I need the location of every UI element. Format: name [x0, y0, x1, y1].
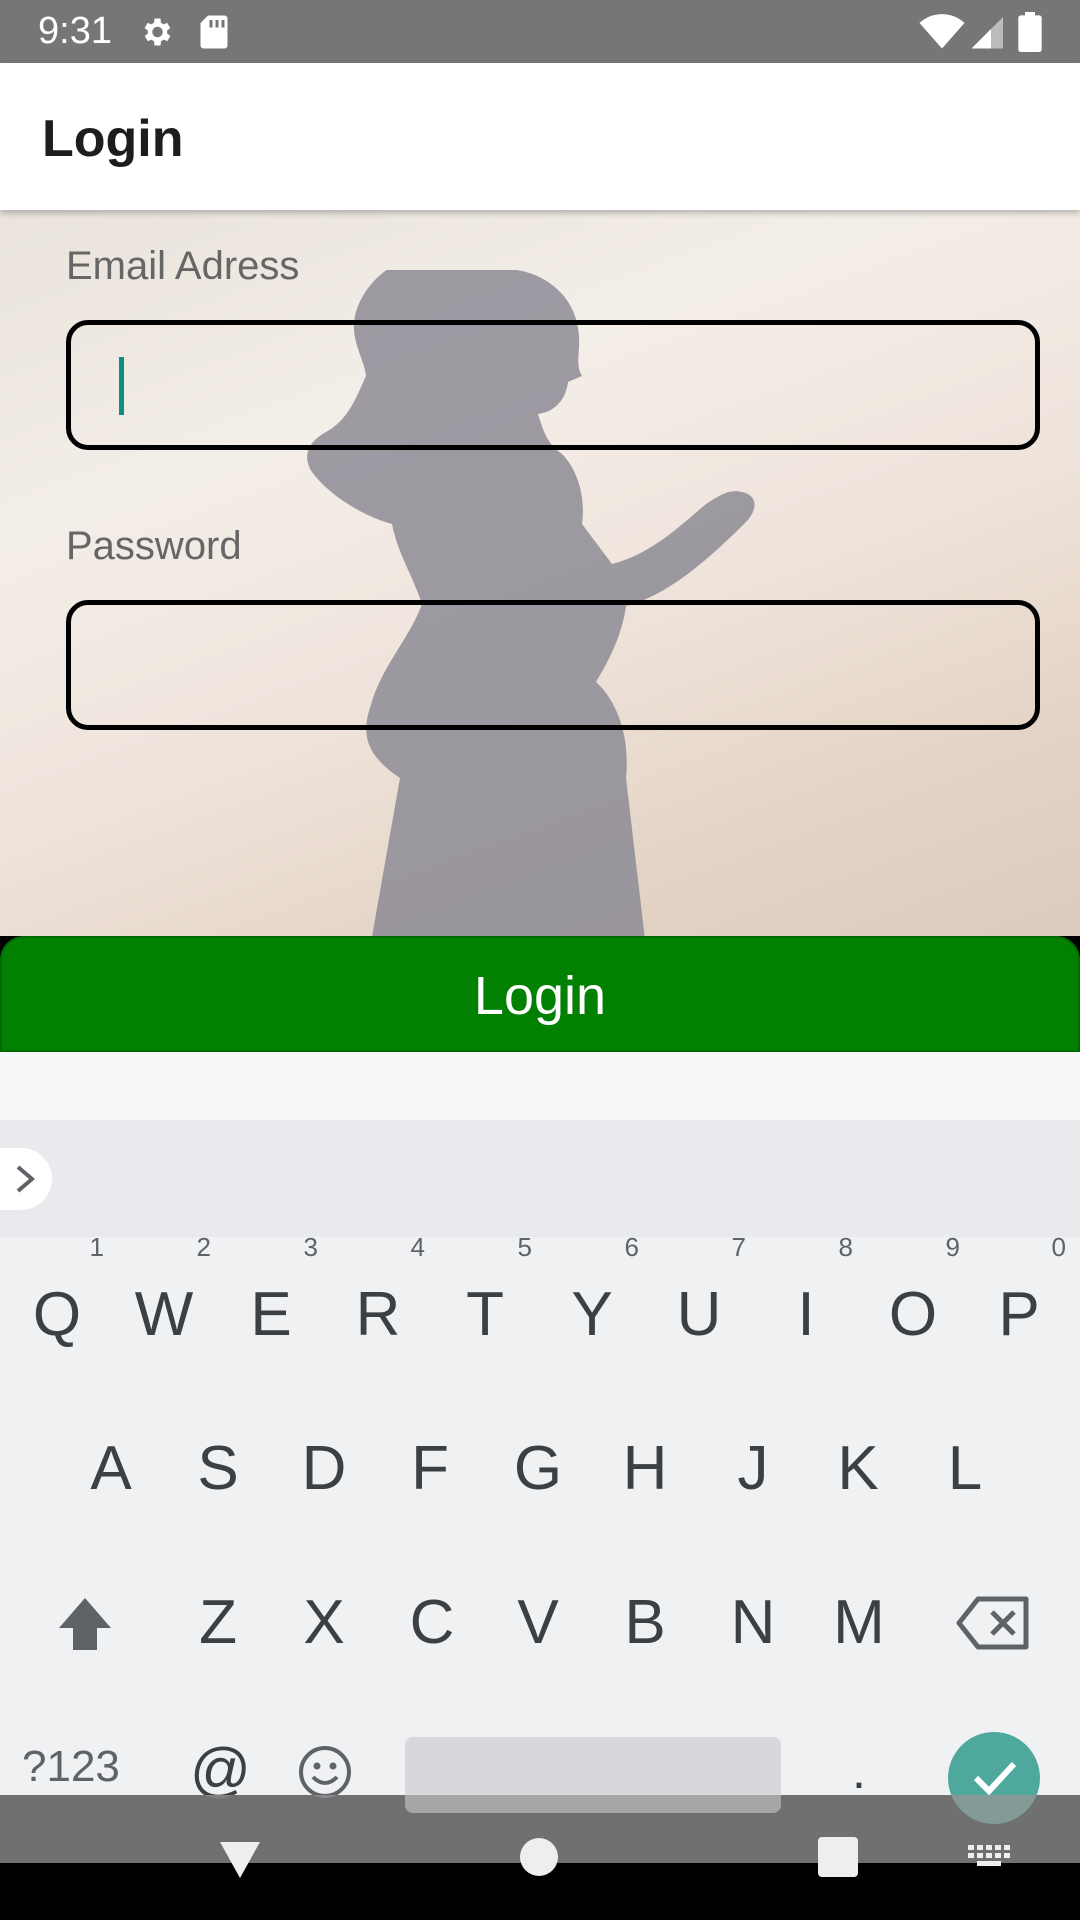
checkmark-icon [973, 1761, 1017, 1796]
period-key[interactable]: . [852, 1742, 866, 1800]
key-s[interactable]: S [165, 1414, 271, 1524]
backspace-icon [956, 1596, 1029, 1650]
suggestion-strip [0, 1120, 1080, 1237]
sd-card-icon [200, 15, 228, 49]
key-q[interactable]: Q1 [4, 1232, 110, 1370]
keyboard-expand-button[interactable] [0, 1148, 52, 1210]
page-title: Login [42, 110, 184, 168]
shift-key[interactable] [32, 1568, 138, 1678]
key-x[interactable]: X [271, 1568, 377, 1678]
key-z[interactable]: Z [165, 1568, 271, 1678]
key-a[interactable]: A [58, 1414, 164, 1524]
emoji-icon[interactable] [298, 1745, 352, 1799]
key-f[interactable]: F [377, 1414, 483, 1524]
email-field[interactable] [66, 320, 1040, 450]
nav-back-icon[interactable] [218, 1840, 262, 1880]
email-label: Email Adress [66, 244, 300, 288]
key-t[interactable]: T5 [432, 1232, 538, 1370]
key-p[interactable]: P0 [966, 1232, 1072, 1370]
key-j[interactable]: J [700, 1414, 806, 1524]
keyboard-switch-icon[interactable] [968, 1845, 1010, 1867]
key-y[interactable]: Y6 [539, 1232, 645, 1370]
nav-home-icon[interactable] [520, 1838, 558, 1876]
shift-icon [59, 1598, 111, 1650]
key-g[interactable]: G [485, 1414, 591, 1524]
key-c[interactable]: C [379, 1568, 485, 1678]
key-e[interactable]: E3 [218, 1232, 324, 1370]
key-d[interactable]: D [271, 1414, 377, 1524]
key-l[interactable]: L [912, 1414, 1018, 1524]
text-cursor [119, 357, 124, 415]
content-strip [0, 1052, 1080, 1120]
key-w[interactable]: W2 [111, 1232, 217, 1370]
key-h[interactable]: H [592, 1414, 698, 1524]
chevron-right-icon [16, 1165, 36, 1193]
signal-icon [971, 17, 1003, 49]
key-n[interactable]: N [700, 1568, 806, 1678]
status-bar: 9:31 [0, 0, 1080, 63]
wifi-icon [919, 14, 965, 49]
backspace-key[interactable] [940, 1568, 1046, 1678]
password-field[interactable] [66, 600, 1040, 730]
key-r[interactable]: R4 [325, 1232, 431, 1370]
at-key[interactable]: @ [190, 1735, 251, 1804]
key-v[interactable]: V [485, 1568, 591, 1678]
app-bar: Login [0, 63, 1080, 210]
key-i[interactable]: I8 [753, 1232, 859, 1370]
key-u[interactable]: U7 [646, 1232, 752, 1370]
key-k[interactable]: K [805, 1414, 911, 1524]
login-button[interactable]: Login [0, 936, 1080, 1052]
login-form-background: Email Adress Password [0, 210, 1080, 936]
gear-icon [144, 18, 171, 46]
soft-keyboard: Q1 W2 E3 R4 T5 Y6 U7 I8 O9 P0 A S D F G … [0, 1120, 1080, 1795]
nav-recent-apps-icon[interactable] [818, 1837, 858, 1877]
password-label: Password [66, 524, 242, 568]
key-b[interactable]: B [592, 1568, 698, 1678]
symbols-key[interactable]: ?123 [22, 1742, 120, 1792]
key-m[interactable]: M [806, 1568, 912, 1678]
status-time: 9:31 [38, 10, 112, 52]
key-o[interactable]: O9 [860, 1232, 966, 1370]
battery-icon [1018, 12, 1042, 52]
